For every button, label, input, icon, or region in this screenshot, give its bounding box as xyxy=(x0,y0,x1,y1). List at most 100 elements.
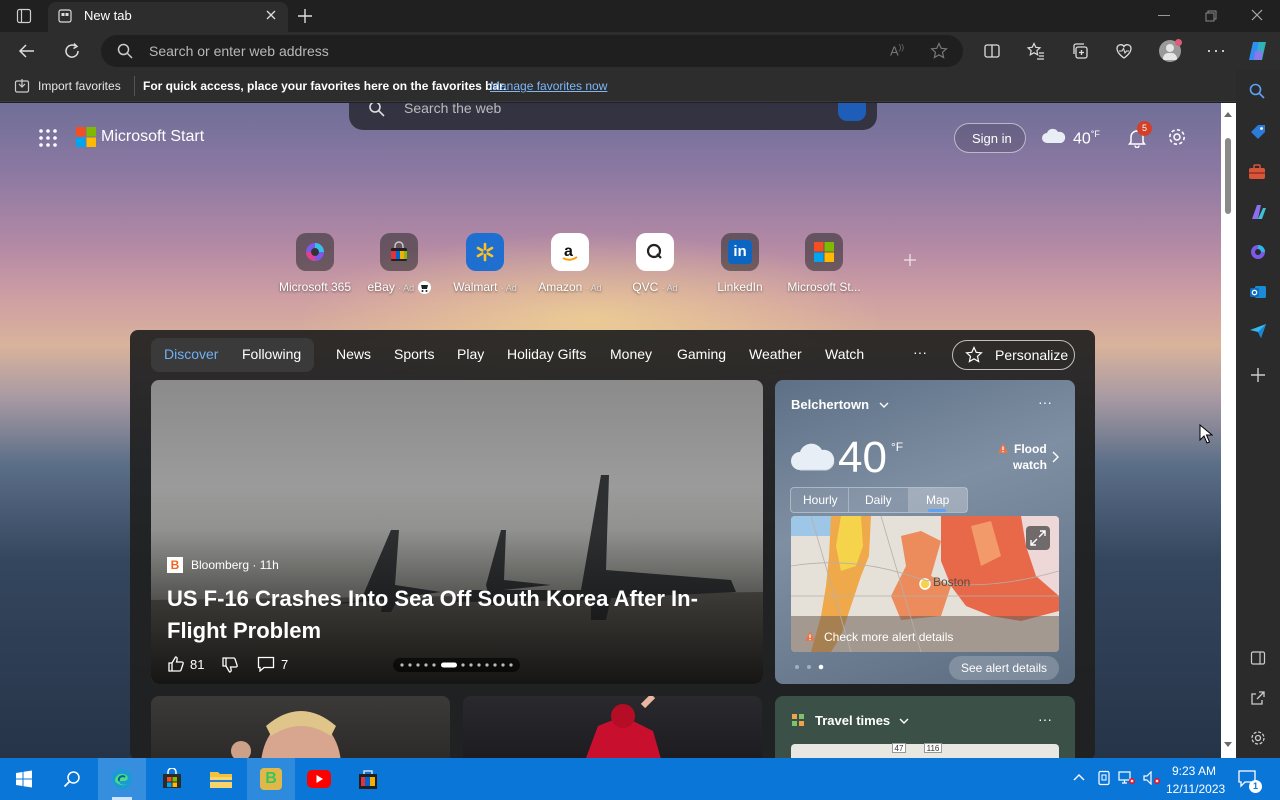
tab-news[interactable]: News xyxy=(336,346,371,362)
close-tab-icon[interactable] xyxy=(264,8,278,22)
clock-date[interactable]: 12/11/2023 xyxy=(1166,782,1225,796)
news-card-2[interactable] xyxy=(151,696,450,766)
alert-line-1[interactable]: Flood xyxy=(1014,442,1047,456)
sidebar-search-icon[interactable] xyxy=(1249,83,1265,99)
news-card-2-image xyxy=(231,711,341,766)
shortcut-microsoft-store[interactable]: Microsoft St... xyxy=(778,233,870,294)
back-icon[interactable] xyxy=(18,42,36,60)
travel-times-title[interactable]: Travel times xyxy=(815,713,890,728)
taskbar-explorer-button[interactable] xyxy=(197,758,245,800)
shortcut-amazon[interactable]: a Amazon · Ad xyxy=(524,233,616,294)
favorites-icon[interactable] xyxy=(1027,42,1045,60)
sidebar-tools-icon[interactable] xyxy=(1248,164,1266,180)
alert-line-2[interactable]: watch xyxy=(1013,458,1047,472)
sidebar-m365-icon[interactable] xyxy=(1249,243,1267,261)
shortcut-microsoft-365[interactable]: Microsoft 365 xyxy=(269,233,361,294)
weather-more-button[interactable]: ··· xyxy=(1038,394,1052,410)
tab-actions-icon[interactable] xyxy=(16,8,32,24)
settings-more-icon[interactable]: ··· xyxy=(1206,40,1227,61)
read-aloud-icon[interactable]: A)) xyxy=(890,43,904,58)
expand-map-icon[interactable] xyxy=(1026,526,1050,550)
start-button[interactable] xyxy=(0,758,48,800)
tab-play[interactable]: Play xyxy=(457,346,484,362)
shortcut-label: Walmart xyxy=(453,280,498,294)
tab-watch[interactable]: Watch xyxy=(825,346,864,362)
sidebar-open-external-icon[interactable] xyxy=(1250,690,1266,706)
split-screen-icon[interactable] xyxy=(983,42,1001,60)
cloud-icon[interactable] xyxy=(1041,128,1067,144)
tray-network-icon[interactable] xyxy=(1118,771,1136,785)
new-tab-icon[interactable] xyxy=(296,7,314,25)
tab-map[interactable]: Map xyxy=(926,493,949,507)
profile-avatar[interactable] xyxy=(1159,39,1182,62)
minimize-icon[interactable] xyxy=(1158,15,1170,16)
tab-discover[interactable]: Discover xyxy=(164,346,218,362)
brand-title[interactable]: Microsoft Start xyxy=(101,128,204,146)
header-temperature[interactable]: 40°F xyxy=(1073,129,1100,148)
carousel-indicator[interactable] xyxy=(393,658,520,672)
copilot-icon[interactable] xyxy=(1246,40,1270,62)
tab-weather[interactable]: Weather xyxy=(749,346,802,362)
tray-device-icon[interactable] xyxy=(1096,770,1112,786)
header-temp-value: 40 xyxy=(1073,130,1091,148)
browser-essentials-icon[interactable] xyxy=(1115,42,1133,60)
sidebar-outlook-icon[interactable] xyxy=(1249,283,1267,301)
comment-icon[interactable] xyxy=(257,656,275,672)
favorite-star-icon[interactable] xyxy=(930,42,948,60)
travel-chevron-icon[interactable] xyxy=(898,716,910,726)
tab-holiday-gifts[interactable]: Holiday Gifts xyxy=(507,346,586,362)
page-settings-icon[interactable] xyxy=(1167,127,1187,147)
dislike-icon[interactable] xyxy=(221,656,239,674)
alert-chevron-icon[interactable] xyxy=(1050,450,1060,464)
news-card-3[interactable] xyxy=(463,696,762,766)
more-categories-button[interactable]: ··· xyxy=(913,344,927,360)
tab-following[interactable]: Following xyxy=(242,346,301,362)
refresh-icon[interactable] xyxy=(63,42,81,60)
tab-sports[interactable]: Sports xyxy=(394,346,434,362)
sidebar-drop-icon[interactable] xyxy=(1249,323,1267,339)
sidebar-add-icon[interactable] xyxy=(1250,367,1266,383)
road-badge-1: 47 xyxy=(892,743,906,753)
manage-favorites-link[interactable]: Manage favorites now xyxy=(490,79,607,93)
add-shortcut-icon[interactable] xyxy=(902,252,918,268)
weather-page-dots[interactable] xyxy=(793,663,825,671)
import-favorites-icon[interactable] xyxy=(14,78,30,94)
sidebar-settings-icon[interactable] xyxy=(1249,729,1267,747)
like-icon[interactable] xyxy=(167,655,185,673)
scroll-up-icon[interactable] xyxy=(1223,110,1233,118)
tab-hourly[interactable]: Hourly xyxy=(803,493,838,507)
taskbar-app-b-button[interactable]: B xyxy=(247,758,295,800)
taskbar-search-button[interactable] xyxy=(48,758,96,800)
restore-icon[interactable] xyxy=(1205,10,1217,22)
sign-in-label: Sign in xyxy=(972,131,1012,146)
shortcut-ebay[interactable]: eBay · Ad xyxy=(353,233,445,295)
travel-more-button[interactable]: ··· xyxy=(1038,711,1052,727)
tab-daily[interactable]: Daily xyxy=(865,493,892,507)
app-launcher-icon[interactable] xyxy=(38,128,58,148)
sidebar-hide-icon[interactable] xyxy=(1250,650,1266,666)
check-alert-details-link[interactable]: Check more alert details xyxy=(824,630,953,644)
sidebar-games-icon[interactable] xyxy=(1249,203,1267,221)
shortcut-walmart[interactable]: Walmart · Ad xyxy=(439,233,531,294)
location-chevron-icon[interactable] xyxy=(878,400,890,410)
scroll-down-icon[interactable] xyxy=(1223,741,1233,749)
taskbar-youtube-button[interactable] xyxy=(295,758,343,800)
taskbar-store-button[interactable] xyxy=(148,758,196,800)
hero-headline[interactable]: US F-16 Crashes Into Sea Off South Korea… xyxy=(167,583,747,647)
import-favorites-link[interactable]: Import favorites xyxy=(38,79,121,93)
collections-icon[interactable] xyxy=(1071,42,1089,60)
taskbar-shop-button[interactable] xyxy=(344,758,392,800)
scrollbar-thumb[interactable] xyxy=(1225,138,1231,214)
shortcut-linkedin[interactable]: in LinkedIn xyxy=(694,233,786,294)
close-window-icon[interactable] xyxy=(1251,9,1263,21)
tab-gaming[interactable]: Gaming xyxy=(677,346,726,362)
shortcut-qvc[interactable]: QVC · Ad xyxy=(609,233,701,294)
taskbar-edge-button[interactable] xyxy=(98,758,146,800)
tab-money[interactable]: Money xyxy=(610,346,652,362)
weather-location[interactable]: Belchertown xyxy=(791,397,869,412)
tray-chevron-icon[interactable] xyxy=(1072,771,1086,785)
sidebar-shopping-icon[interactable] xyxy=(1249,124,1267,140)
clock-time[interactable]: 9:23 AM xyxy=(1172,764,1216,778)
bing-chat-icon[interactable] xyxy=(838,103,866,121)
tray-volume-icon[interactable] xyxy=(1143,771,1161,785)
